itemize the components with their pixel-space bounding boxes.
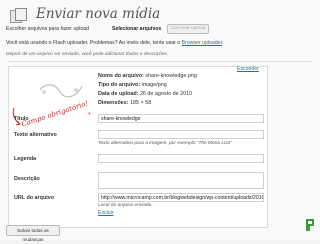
- browser-uploader-link[interactable]: Browser uploader: [182, 40, 222, 46]
- corner-logo-icon: [306, 219, 314, 231]
- flash-uploader-notice: Você está usando o Flash uploader. Probl…: [6, 40, 224, 46]
- alt-text-input[interactable]: [98, 130, 264, 139]
- dimensions-label: Dimensões:: [98, 100, 129, 106]
- title-row: Enviar nova mídia: [6, 4, 306, 24]
- media-upload-page: Enviar nova mídia Escolher arquivos para…: [0, 0, 320, 242]
- file-name-label: Nome do arquivo:: [98, 73, 144, 79]
- upload-date-value: 26 de agosto de 2010: [139, 91, 193, 97]
- flash-problem-text: Você está usando o Flash uploader. Probl…: [6, 40, 181, 46]
- file-type-row: Tipo do arquivo: image/png: [98, 82, 167, 88]
- dimensions-value: 185 × 58: [130, 100, 152, 106]
- title-label: Título: [14, 116, 29, 122]
- file-url-hint: Local do arquivo enviado.: [98, 203, 153, 208]
- alt-text-label: Texto alternativo: [14, 132, 57, 138]
- hide-link[interactable]: Esconder: [237, 66, 259, 72]
- choose-files-text: Escolher arquivos para fazer upload: [6, 26, 90, 32]
- page-title: Enviar nova mídia: [36, 6, 161, 22]
- save-all-changes-button[interactable]: Salvar todas as mudanças: [6, 225, 60, 242]
- divider: [8, 61, 312, 62]
- file-url-input[interactable]: http://www.microcamp.com.br/blogwebdesig…: [98, 193, 264, 202]
- required-asterisk: *: [88, 112, 91, 119]
- select-files-button[interactable]: Selecionar arquivos: [112, 26, 161, 32]
- file-name-row: Nome do arquivo: share-knowledge.png: [98, 73, 197, 79]
- file-type-label: Tipo do arquivo:: [98, 82, 141, 88]
- file-type-value: image/png: [141, 82, 167, 88]
- cancel-upload-button[interactable]: Cancelar upload: [167, 24, 209, 34]
- caption-input[interactable]: [98, 154, 264, 163]
- dimensions-row: Dimensões: 185 × 58: [98, 100, 151, 106]
- upload-date-row: Data de upload: 26 de agosto de 2010: [98, 91, 192, 97]
- caption-label: Legenda: [14, 156, 37, 162]
- description-textarea[interactable]: [98, 172, 264, 189]
- description-label: Descrição: [14, 176, 40, 182]
- title-input[interactable]: share-knowledge: [98, 114, 264, 123]
- media-icon: [10, 8, 27, 23]
- upload-date-label: Data de upload:: [98, 91, 139, 97]
- after-upload-hint: Depois de um arquivo ser enviado, você p…: [6, 52, 169, 57]
- delete-link[interactable]: Excluir: [98, 210, 114, 216]
- alt-text-hint: Texto alternativo para a imagem, por exe…: [98, 141, 232, 146]
- file-name-value: share-knowledge.png: [145, 73, 197, 79]
- file-url-label: URL do arquivo: [14, 195, 55, 201]
